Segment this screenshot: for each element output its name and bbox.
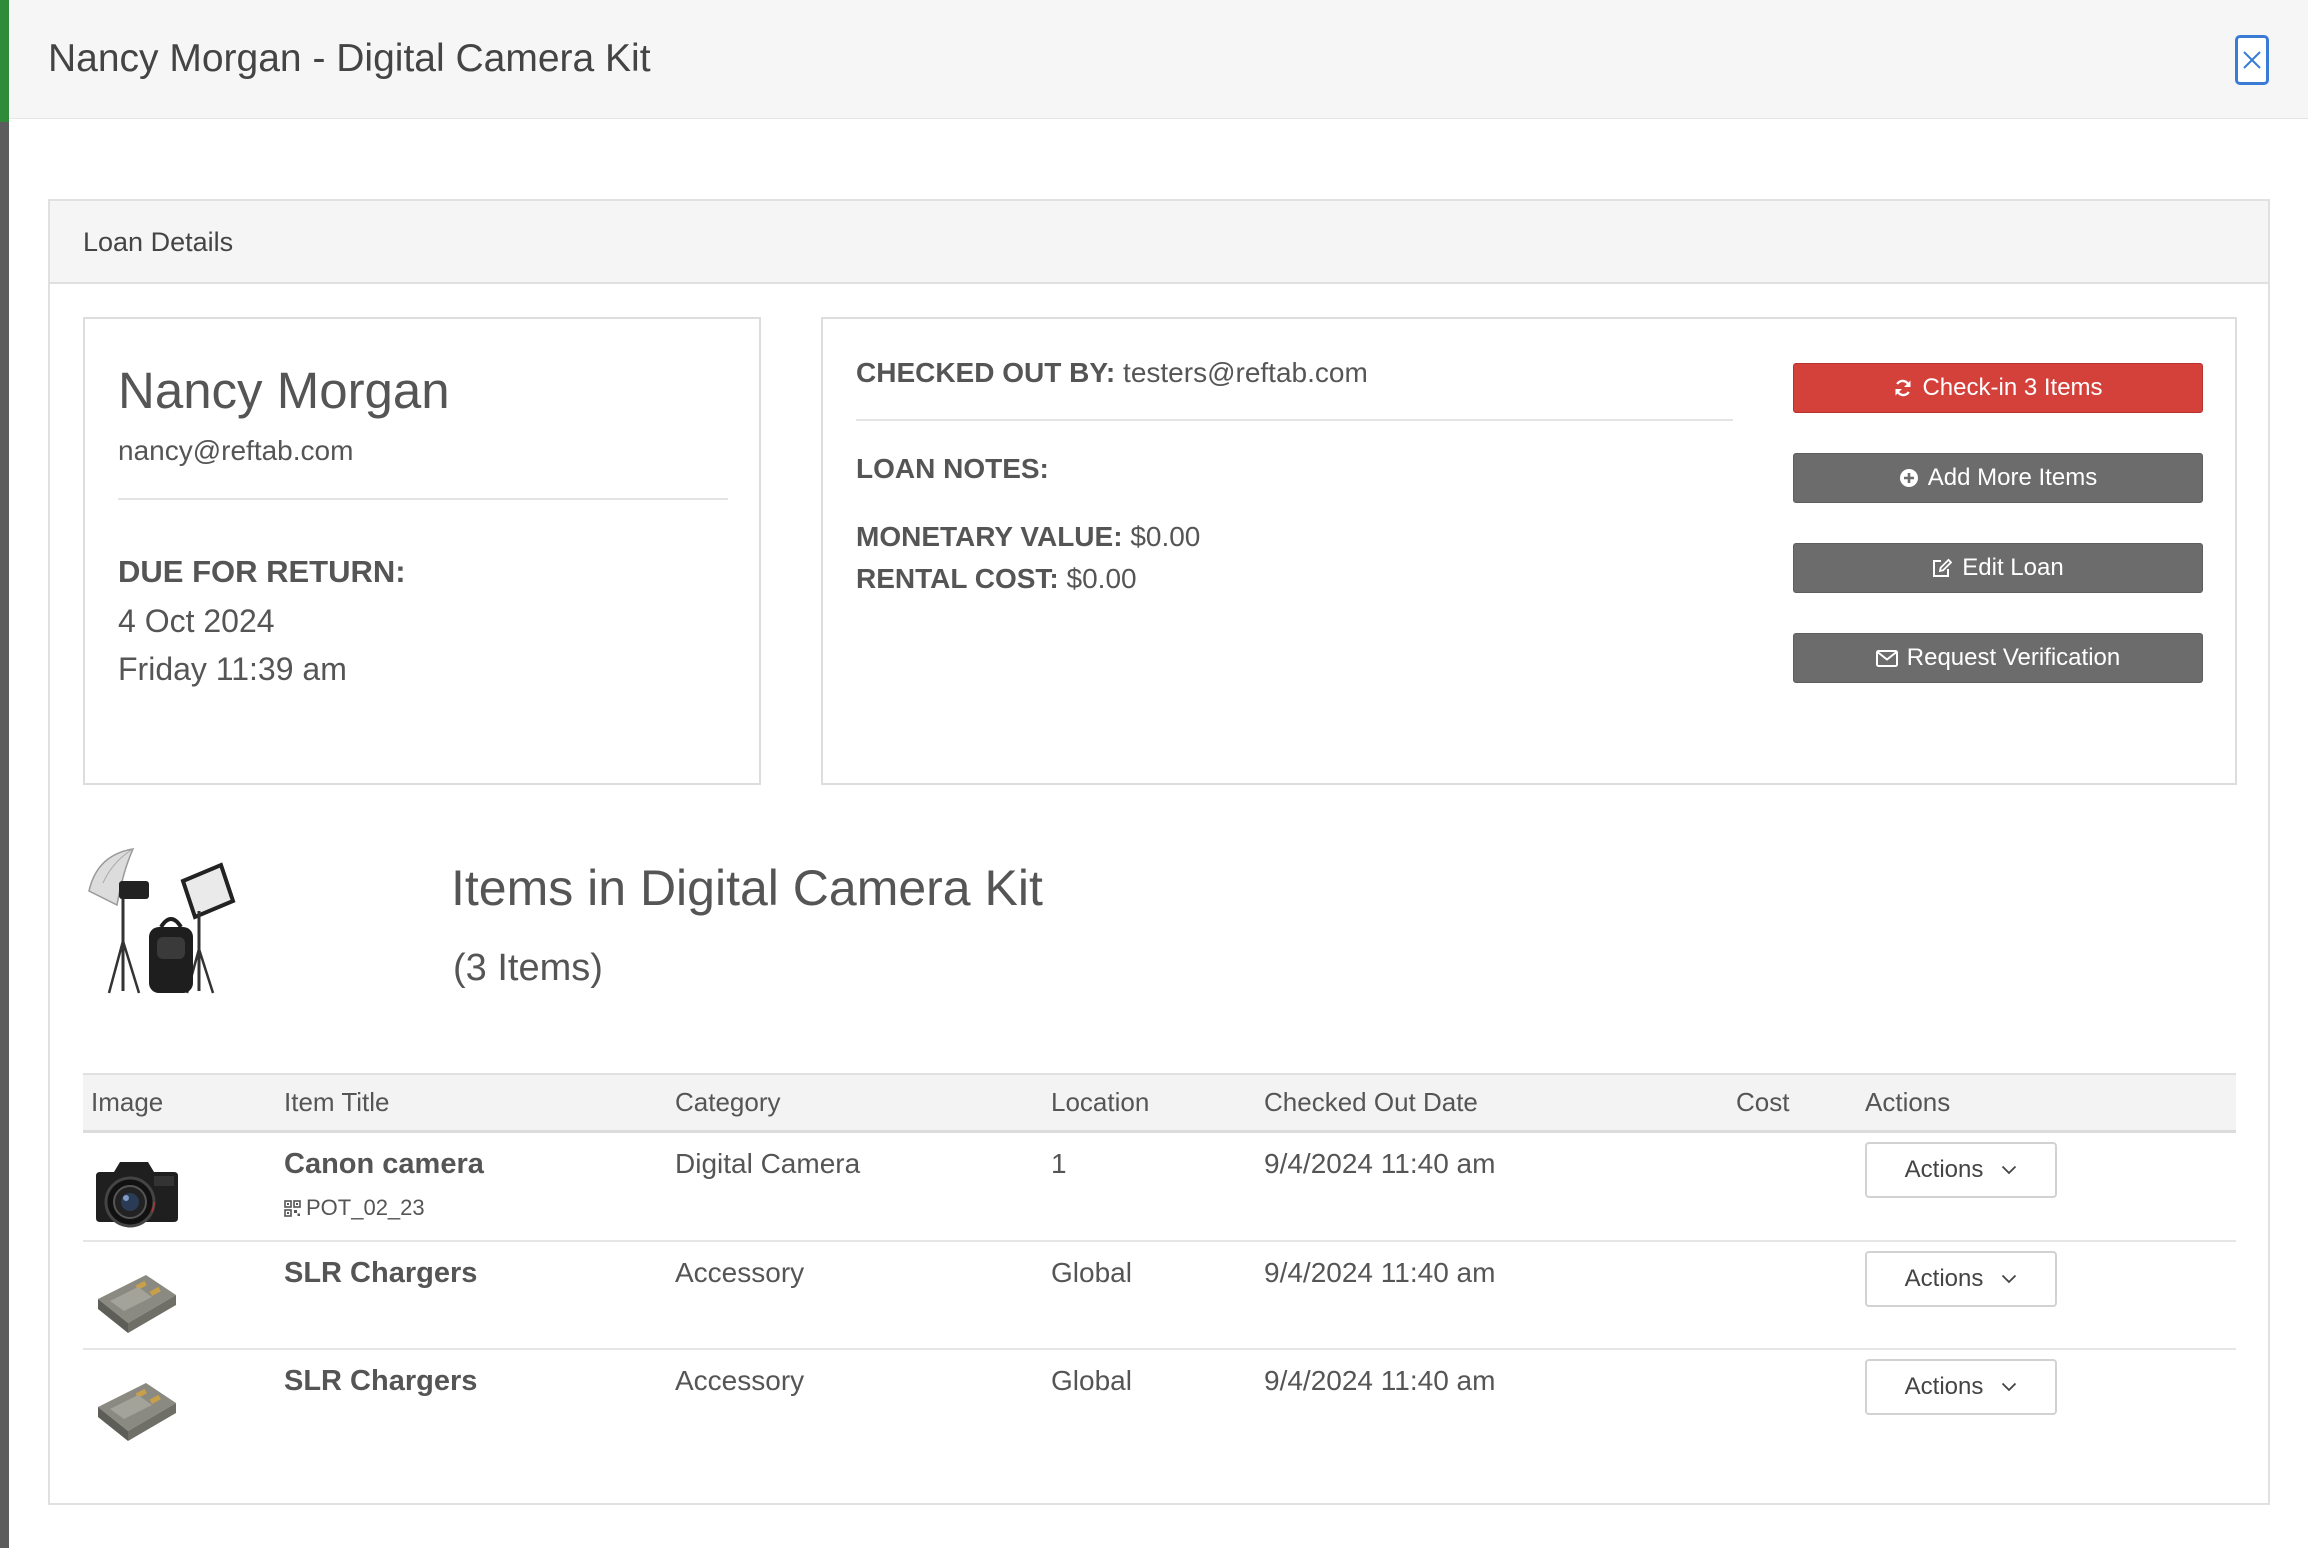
row-location-cell: Global — [1051, 1364, 1132, 1396]
monetary-value-amount: $0.00 — [1130, 521, 1201, 552]
borrower-name: Nancy Morgan — [118, 362, 450, 419]
loan-modal: Nancy Morgan - Digital Camera Kit Loan D… — [9, 0, 2308, 1548]
row-category-cell: Digital Camera — [667, 1131, 1043, 1242]
row-category-cell: Accessory — [667, 1240, 1043, 1350]
column-header-category[interactable]: Category — [667, 1073, 1043, 1133]
chevron-down-icon — [2002, 1274, 2017, 1283]
page-backdrop — [0, 0, 9, 1548]
borrower-card: Nancy Morgan nancy@reftab.com DUE FOR RE… — [83, 317, 761, 785]
row-actions-cell: Actions — [1857, 1240, 2236, 1350]
request-verification-button[interactable]: Request Verification — [1793, 633, 2203, 683]
monetary-value-label: MONETARY VALUE: — [856, 521, 1123, 552]
camera-image[interactable] — [90, 1144, 184, 1230]
table-row: Canon camera POT_02_23 Digital Camera 1 … — [83, 1131, 2236, 1242]
asset-tag-value: POT_02_23 — [306, 1195, 425, 1220]
column-header-actions: Actions — [1857, 1073, 2236, 1133]
panel-heading-text: Loan Details — [83, 227, 234, 257]
edit-icon — [1932, 558, 1953, 578]
table-row: SLR Chargers Accessory Global 9/4/2024 1… — [83, 1349, 2236, 1457]
loan-notes: LOAN NOTES: — [856, 453, 1049, 485]
kit-title: Items in Digital Camera Kit — [451, 860, 1043, 916]
check-in-label: Check-in 3 Items — [1922, 374, 2103, 401]
row-cost-cell — [1728, 1131, 1857, 1242]
item-title-link[interactable]: SLR Chargers — [284, 1257, 667, 1290]
kit-image — [83, 841, 239, 1001]
edit-loan-button[interactable]: Edit Loan — [1793, 543, 2203, 593]
add-more-items-button[interactable]: Add More Items — [1793, 453, 2203, 503]
close-button[interactable] — [2235, 35, 2269, 85]
battery-image[interactable] — [90, 1361, 184, 1447]
rental-cost-label: RENTAL COST: — [856, 563, 1059, 594]
due-label: DUE FOR RETURN: — [118, 554, 406, 589]
checked-out-by-label: CHECKED OUT BY: — [856, 357, 1116, 388]
chevron-down-icon — [2002, 1382, 2017, 1391]
loan-notes-label: LOAN NOTES: — [856, 453, 1049, 484]
item-title-link[interactable]: Canon camera — [284, 1148, 667, 1181]
envelope-icon — [1875, 649, 1898, 667]
borrower-email: nancy@reftab.com — [118, 435, 354, 466]
row-image-cell — [83, 1240, 276, 1350]
row-location-cell: Global — [1043, 1240, 1256, 1350]
add-more-items-label: Add More Items — [1927, 464, 2098, 491]
row-category-cell: Accessory — [675, 1364, 805, 1396]
row-actions-cell: Actions — [1857, 1131, 2236, 1242]
monetary-value: MONETARY VALUE: $0.00 — [856, 521, 1200, 553]
actions-dropdown-button[interactable]: Actions — [1865, 1142, 2057, 1198]
rental-cost: RENTAL COST: $0.00 — [856, 563, 1137, 595]
actions-dropdown-button[interactable]: Actions — [1865, 1358, 2057, 1415]
column-header-cost[interactable]: Cost — [1728, 1073, 1857, 1133]
row-checked-out-cell: 9/4/2024 11:40 am — [1264, 1364, 1496, 1396]
divider — [856, 419, 1733, 421]
table-row: SLR Chargers Accessory Global 9/4/2024 1… — [83, 1240, 2236, 1350]
kit-item-count: (3 Items) — [453, 947, 603, 989]
modal-title: Nancy Morgan - Digital Camera Kit — [48, 37, 651, 80]
row-actions-cell: Actions — [1857, 1349, 2236, 1457]
due-time: Friday 11:39 am — [118, 651, 347, 687]
column-header-location[interactable]: Location — [1043, 1073, 1256, 1133]
row-location-cell: 1 — [1043, 1131, 1256, 1242]
row-checked-out-cell: 9/4/2024 11:40 am — [1256, 1240, 1728, 1350]
panel-heading: Loan Details — [50, 201, 2268, 284]
loan-info-card: CHECKED OUT BY: testers@reftab.com LOAN … — [821, 317, 2237, 785]
item-title-link[interactable]: SLR Chargers — [284, 1365, 667, 1398]
column-header-image[interactable]: Image — [83, 1073, 276, 1133]
checked-out-by-value: testers@reftab.com — [1123, 357, 1368, 388]
chevron-down-icon — [2002, 1165, 2017, 1175]
actions-label: Actions — [1904, 1264, 1984, 1292]
actions-label: Actions — [1904, 1156, 1984, 1183]
loan-details-panel: Loan Details Nancy Morgan nancy@reftab.c… — [48, 199, 2270, 1505]
column-header-item-title[interactable]: Item Title — [276, 1073, 667, 1133]
request-verification-label: Request Verification — [1906, 644, 2121, 671]
refresh-icon — [1893, 378, 1913, 398]
row-image-cell — [83, 1131, 276, 1242]
row-title-cell: SLR Chargers — [276, 1349, 667, 1457]
table-header-row: Image Item Title Category Location Check… — [83, 1073, 2236, 1133]
row-cost-cell — [1728, 1240, 1857, 1350]
row-cost-cell — [1728, 1349, 1857, 1457]
row-title-cell: Canon camera POT_02_23 — [276, 1131, 667, 1242]
due-date: 4 Oct 2024 — [118, 603, 275, 639]
row-image-cell — [83, 1349, 276, 1457]
divider — [118, 498, 728, 500]
check-in-button[interactable]: Check-in 3 Items — [1793, 363, 2203, 413]
qr-code-icon — [284, 1199, 301, 1217]
plus-circle-icon — [1899, 468, 1919, 488]
close-icon — [2243, 51, 2261, 69]
edit-loan-label: Edit Loan — [1962, 554, 2064, 581]
rental-cost-amount: $0.00 — [1066, 563, 1137, 594]
column-header-checked-out-date[interactable]: Checked Out Date — [1256, 1073, 1728, 1133]
row-checked-out-cell: 9/4/2024 11:40 am — [1256, 1131, 1728, 1242]
items-table: Image Item Title Category Location Check… — [83, 1073, 2236, 1457]
actions-label: Actions — [1904, 1372, 1984, 1400]
row-title-cell: SLR Chargers — [276, 1240, 667, 1350]
asset-tag: POT_02_23 — [284, 1195, 667, 1221]
actions-dropdown-button[interactable]: Actions — [1865, 1250, 2057, 1307]
checked-out-by: CHECKED OUT BY: testers@reftab.com — [856, 357, 1368, 389]
battery-image[interactable] — [90, 1253, 184, 1339]
modal-header: Nancy Morgan - Digital Camera Kit — [9, 0, 2308, 119]
backdrop-accent — [0, 0, 9, 122]
